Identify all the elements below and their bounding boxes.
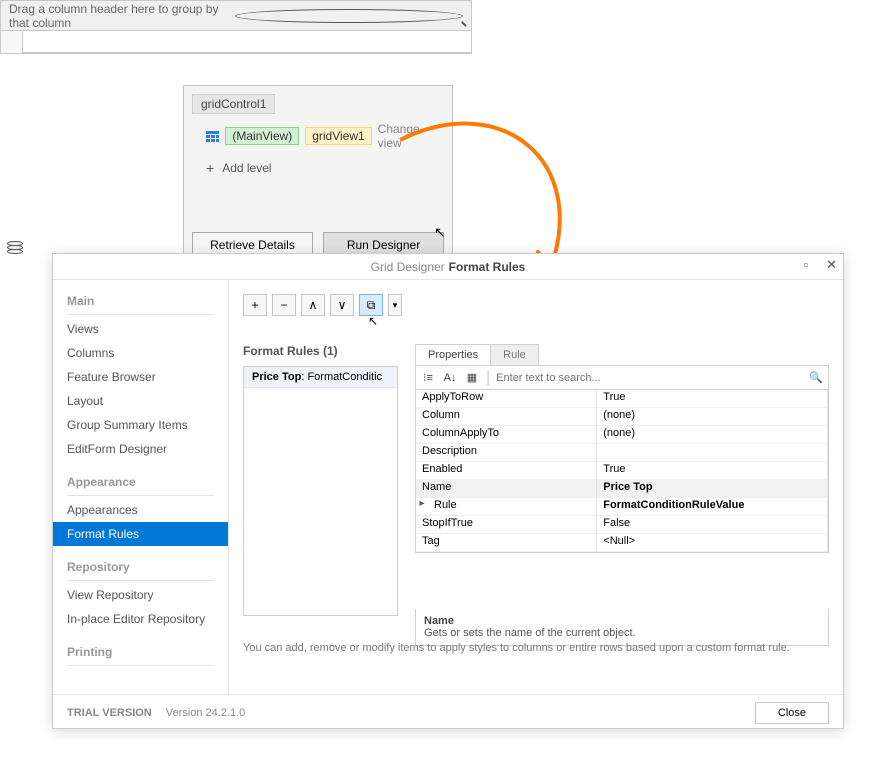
hint-text: You can add, remove or modify items to a…	[243, 642, 790, 654]
sidebar-item-editform[interactable]: EditForm Designer	[53, 437, 228, 461]
sidebar-item-feature-browser[interactable]: Feature Browser	[53, 365, 228, 389]
property-grid: Properties Rule ⁝≡ A↓ ▦ | 🔍 ApplyToRowTr…	[415, 344, 829, 646]
smart-tag-panel: gridControl1 (MainView) gridView1 Change…	[183, 85, 453, 269]
property-description: Name Gets or sets the name of the curren…	[415, 609, 829, 646]
property-row[interactable]: ApplyToRowTrue	[416, 390, 828, 408]
property-row[interactable]: ColumnApplyTo(none)	[416, 426, 828, 444]
plus-icon: +	[206, 160, 214, 176]
property-row[interactable]: ▸RuleFormatConditionRuleValue	[416, 498, 828, 516]
property-row[interactable]: Tag<Null>	[416, 534, 828, 552]
search-icon[interactable]: 🔍	[808, 370, 824, 386]
view-instance-badge[interactable]: gridView1	[305, 127, 371, 145]
group-hint: Drag a column header here to group by th…	[9, 2, 235, 30]
mainview-icon	[206, 131, 219, 142]
close-button[interactable]: Close	[755, 702, 829, 724]
cat-main: Main	[53, 290, 228, 312]
tab-rule[interactable]: Rule	[490, 344, 539, 365]
add-level-link[interactable]: Add level	[222, 161, 271, 175]
group-panel[interactable]: Drag a column header here to group by th…	[1, 1, 471, 31]
move-up-button[interactable]: ∧	[301, 294, 325, 316]
sidebar-item-group-summary[interactable]: Group Summary Items	[53, 413, 228, 437]
property-row[interactable]: NamePrice Top	[416, 480, 828, 498]
cat-printing: Printing	[53, 641, 228, 663]
sidebar-item-columns[interactable]: Columns	[53, 341, 228, 365]
grid-control[interactable]: Drag a column header here to group by th…	[0, 0, 472, 54]
tab-properties[interactable]: Properties	[415, 344, 491, 365]
property-row[interactable]: Column(none)	[416, 408, 828, 426]
cat-repository: Repository	[53, 556, 228, 578]
restore-icon[interactable]: ▫	[803, 257, 808, 273]
property-search-input[interactable]	[496, 372, 802, 384]
gridcontrol-label: gridControl1	[192, 94, 275, 114]
mainview-badge[interactable]: (MainView)	[225, 127, 299, 145]
move-down-button[interactable]: ∨	[330, 294, 354, 316]
designer-footer: TRIAL VERSION Version 24.2.1.0 Close	[53, 694, 843, 730]
datasource-icon	[7, 241, 23, 255]
grid-designer-window: Grid Designer Format Rules ▫ ✕ Main View…	[52, 253, 844, 729]
close-icon[interactable]: ✕	[826, 257, 837, 273]
designer-content: + − ∧ ∨ ⧉ ▾ ↖ Format Rules (1) Price Top…	[229, 280, 843, 694]
alphabetical-icon[interactable]: A↓	[442, 370, 458, 386]
sidebar-item-layout[interactable]: Layout	[53, 389, 228, 413]
remove-rule-button[interactable]: −	[272, 294, 296, 316]
cursor-icon: ↖	[368, 314, 378, 328]
title-prefix: Grid Designer	[371, 260, 445, 274]
propertypages-icon[interactable]: ▦	[464, 370, 480, 386]
sidebar-item-inplace-repo[interactable]: In-place Editor Repository	[53, 607, 228, 631]
add-rule-button[interactable]: +	[243, 294, 267, 316]
title-bar: Grid Designer Format Rules ▫ ✕	[53, 254, 843, 280]
search-icon[interactable]	[235, 9, 463, 23]
sidebar-item-appearances[interactable]: Appearances	[53, 498, 228, 522]
change-view-link[interactable]: Change view	[378, 122, 444, 150]
property-row[interactable]: EnabledTrue	[416, 462, 828, 480]
version-label: Version 24.2.1.0	[166, 707, 246, 719]
copy-rule-button[interactable]: ⧉	[359, 294, 383, 316]
row-indicator-header	[1, 31, 23, 53]
title-section: Format Rules	[449, 260, 526, 274]
format-rules-title: Format Rules (1)	[243, 344, 398, 358]
sidebar-item-view-repo[interactable]: View Repository	[53, 583, 228, 607]
format-rules-list[interactable]: Price Top: FormatConditic	[243, 366, 398, 616]
designer-sidebar: Main Views Columns Feature Browser Layou…	[53, 280, 229, 694]
sidebar-item-views[interactable]: Views	[53, 317, 228, 341]
sidebar-item-format-rules[interactable]: Format Rules	[53, 522, 228, 546]
format-rule-item[interactable]: Price Top: FormatConditic	[244, 367, 397, 388]
property-row[interactable]: Description	[416, 444, 828, 462]
property-row[interactable]: StopIfTrueFalse	[416, 516, 828, 534]
rules-toolbar: + − ∧ ∨ ⧉ ▾	[243, 294, 829, 316]
trial-label: TRIAL VERSION	[67, 707, 152, 719]
cat-appearance: Appearance	[53, 471, 228, 493]
copy-dropdown-button[interactable]: ▾	[388, 294, 402, 316]
categorized-icon[interactable]: ⁝≡	[420, 370, 436, 386]
property-table[interactable]: ApplyToRowTrueColumn(none)ColumnApplyTo(…	[415, 390, 829, 553]
